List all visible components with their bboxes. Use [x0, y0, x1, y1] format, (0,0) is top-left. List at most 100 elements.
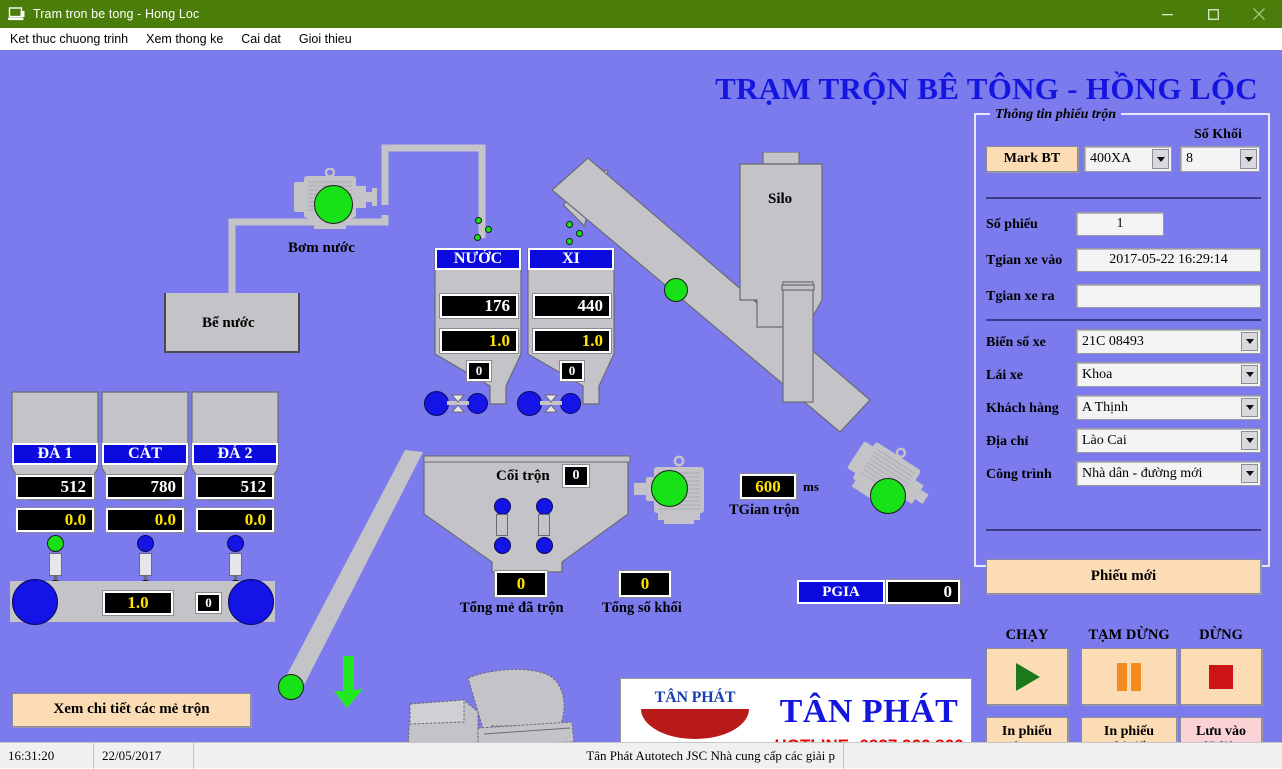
mixer-counter-readout: 0: [563, 465, 589, 487]
chevron-down-icon[interactable]: [1152, 149, 1169, 169]
combo-input-khach-hang[interactable]: A Thịnh: [1076, 395, 1261, 420]
chevron-down-icon[interactable]: [1241, 398, 1258, 417]
valve-icon-nuoc: [447, 394, 469, 413]
inclined-belt-lamp: [278, 674, 304, 700]
blocks-label: Số Khối: [1194, 127, 1242, 142]
field-label-tgian-xe-vao: Tgian xe vào: [986, 253, 1063, 268]
minimize-icon[interactable]: [1144, 0, 1190, 28]
tank-setpoint-cat: 780: [106, 475, 184, 499]
play-icon: [1016, 662, 1040, 691]
combo-label-khach-hang: Khách hàng: [986, 401, 1059, 416]
mixer-gate-cylinder-1: [496, 514, 508, 536]
control-label-dung: DỪNG: [1199, 627, 1243, 643]
tank-counter-xi: 0: [560, 361, 584, 381]
combo-label-dia-chi: Địa chỉ: [986, 434, 1029, 449]
statusbar: 16:31:20 22/05/2017 Tân Phát Autotech JS…: [0, 742, 1282, 769]
mixer-gate-lamp-1-bottom: [494, 537, 511, 554]
menu-item-cai-dat[interactable]: Cai dat: [233, 30, 289, 48]
combo-input-dia-chi[interactable]: Lào Cai: [1076, 428, 1261, 453]
statusbar-time: 16:31:20: [0, 742, 94, 769]
chevron-down-icon[interactable]: [1241, 332, 1258, 351]
close-icon[interactable]: [1236, 0, 1282, 28]
logo-swoosh-icon: [641, 709, 749, 739]
cement-weigh-hopper: [527, 248, 615, 405]
combo-label-lai-xe: Lái xe: [986, 368, 1023, 383]
water-pump-label: Bơm nước: [288, 240, 355, 256]
field-input-tgian-xe-ra[interactable]: [1076, 284, 1261, 308]
blocks-combo[interactable]: 8: [1180, 146, 1260, 172]
tank-counter-nuoc: 0: [467, 361, 491, 381]
print-detail-ticket-button[interactable]: In phiếu chi tiết: [1081, 717, 1177, 742]
pgia-readout: 0: [886, 580, 960, 604]
tank-header-nuoc: NƯỚC: [435, 248, 521, 270]
menu-item-ket-thuc-chuong-trinh[interactable]: Ket thuc chuong trinh: [2, 30, 136, 48]
mark-bt-combo[interactable]: 400XA: [1084, 146, 1172, 172]
chevron-down-icon[interactable]: [1241, 431, 1258, 450]
material-particle-icon: [485, 226, 492, 233]
ticket-info-panel: Thông tin phiếu trộn Mark BT 400XA Số Kh…: [968, 105, 1274, 742]
menubar: Ket thuc chuong trinh Xem thong ke Cai d…: [0, 28, 1282, 50]
run-button[interactable]: [986, 648, 1068, 705]
field-input-so-phieu[interactable]: 1: [1076, 212, 1164, 236]
water-tank-label: Bể nước: [202, 315, 255, 331]
field-input-tgian-xe-vao[interactable]: 2017-05-22 16:29:14: [1076, 248, 1261, 272]
chevron-down-icon[interactable]: [1241, 464, 1258, 483]
mixer-gate-cylinder-2: [538, 514, 550, 536]
mixer-label: Cối trộn: [496, 468, 550, 484]
pgia-label: PGIA: [797, 580, 885, 604]
silo-label: Silo: [768, 191, 793, 207]
mixer-gate-lamp-2-top: [536, 498, 553, 515]
maximize-icon[interactable]: [1190, 0, 1236, 28]
menu-item-xem-thong-ke[interactable]: Xem thong ke: [138, 30, 231, 48]
gate-lamp-da2-top: [227, 535, 244, 552]
mix-time-readout: 600: [740, 474, 796, 499]
blocks-value: 8: [1186, 151, 1193, 166]
view-batch-details-button[interactable]: Xem chi tiết các mẻ trộn: [12, 693, 251, 727]
stop-icon: [1209, 664, 1233, 689]
company-brand-text: TÂN PHÁT HOTLINE: 0927.966.866: [771, 693, 967, 742]
discharge-motor-lamp: [870, 478, 906, 514]
field-label-so-phieu: Số phiếu: [986, 217, 1038, 232]
total-batches-readout: 0: [495, 571, 547, 597]
chevron-down-icon[interactable]: [1240, 149, 1257, 169]
gate-cylinder-cat: [139, 553, 152, 576]
inclined-belt: [279, 450, 423, 695]
window-titlebar: Tram tron be tong - Hong Loc: [0, 0, 1282, 28]
material-particle-icon: [475, 217, 482, 224]
valve-lamp-nuoc-right: [467, 393, 488, 414]
mixer-motor-lamp: [651, 470, 688, 507]
mixer-gate-lamp-2-bottom: [536, 537, 553, 554]
groupbox-title: Thông tin phiếu trộn: [990, 107, 1121, 123]
tank-header-da1: ĐÁ 1: [12, 443, 98, 465]
save-to-database-button[interactable]: Lưu vào dữ liệu: [1180, 717, 1262, 742]
combo-input-cong-trinh[interactable]: Nhà dân - đường mới: [1076, 461, 1261, 486]
valve-icon-xi: [540, 394, 562, 413]
combo-value-dia-chi: Lào Cai: [1082, 432, 1127, 448]
gate-lamp-da1-top: [47, 535, 64, 552]
app-window-icon: [5, 4, 27, 24]
company-logo-box: TÂN PHÁT ISO 9001:2008 TÂN PHÁT HOTLINE:…: [620, 678, 972, 742]
new-ticket-button[interactable]: Phiếu mới: [986, 559, 1261, 594]
stop-button[interactable]: [1180, 648, 1262, 705]
statusbar-date: 22/05/2017: [94, 742, 194, 769]
tan-phat-logo-mark: TÂN PHÁT ISO 9001:2008: [635, 689, 755, 742]
mark-bt-button[interactable]: Mark BT: [986, 146, 1078, 172]
print-detail-line1: In phiếu: [1103, 723, 1155, 739]
tank-header-xi: XI: [528, 248, 614, 270]
pause-button[interactable]: [1081, 648, 1177, 705]
gate-lamp-cat-top: [137, 535, 154, 552]
water-weigh-hopper: [434, 248, 522, 405]
chevron-down-icon[interactable]: [1241, 365, 1258, 384]
panel-divider-1: [986, 197, 1261, 199]
print-short-line1: In phiếu: [1001, 723, 1053, 739]
tank-setpoint-nuoc: 176: [440, 294, 518, 318]
menu-item-gioi-thieu[interactable]: Gioi thieu: [291, 30, 360, 48]
combo-input-lai-xe[interactable]: Khoa: [1076, 362, 1261, 387]
combo-input-bien-so-xe[interactable]: 21C 08493: [1076, 329, 1261, 354]
combo-value-lai-xe: Khoa: [1082, 366, 1113, 382]
statusbar-message: Tân Phát Autotech JSC Nhà cung cấp các g…: [194, 742, 844, 769]
belt-counter-readout: 0: [196, 593, 221, 613]
window-title: Tram tron be tong - Hong Loc: [33, 7, 200, 21]
tank-actual-cat: 0.0: [106, 508, 184, 532]
print-short-ticket-button[interactable]: In phiếu rút gọn: [986, 717, 1068, 742]
